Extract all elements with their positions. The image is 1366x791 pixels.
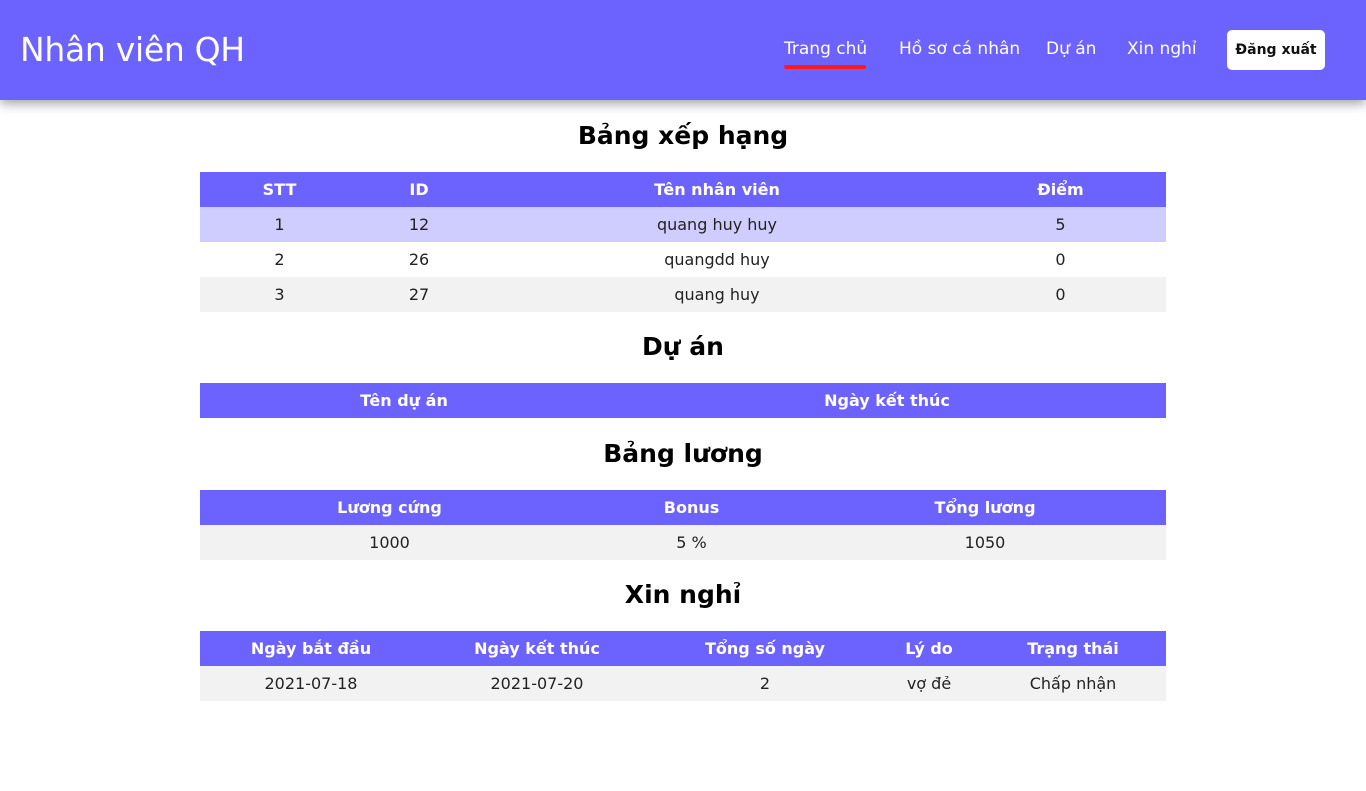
column-header-bonus: Bonus: [579, 490, 804, 525]
column-header-id: ID: [359, 172, 479, 207]
cell-employee-name: quangdd huy: [479, 242, 955, 277]
cell-stt: 3: [200, 277, 359, 312]
cell-end-date: 2021-07-20: [422, 666, 652, 701]
column-header-status: Trạng thái: [980, 631, 1166, 666]
cell-stt: 1: [200, 207, 359, 242]
cell-score: 5: [955, 207, 1166, 242]
table-row[interactable]: 2 26 quangdd huy 0: [200, 242, 1166, 277]
nav-link-profile[interactable]: Hồ sơ cá nhân: [899, 37, 1020, 61]
projects-table: Tên dự án Ngày kết thúc: [200, 383, 1166, 418]
salary-table: Lương cứng Bonus Tổng lương 1000 5 % 105…: [200, 490, 1166, 560]
cell-score: 0: [955, 277, 1166, 312]
table-row[interactable]: 3 27 quang huy 0: [200, 277, 1166, 312]
brand-logo[interactable]: Nhân viên QH: [20, 28, 245, 72]
column-header-base-salary: Lương cứng: [200, 490, 579, 525]
column-header-start-date: Ngày bắt đầu: [200, 631, 422, 666]
nav-link-leave[interactable]: Xin nghỉ: [1127, 37, 1197, 61]
table-header-row: Lương cứng Bonus Tổng lương: [200, 490, 1166, 525]
nav-link-home[interactable]: Trang chủ: [784, 37, 867, 61]
table-row[interactable]: 1000 5 % 1050: [200, 525, 1166, 560]
cell-score: 0: [955, 242, 1166, 277]
column-header-project-name: Tên dự án: [200, 383, 608, 418]
column-header-employee-name: Tên nhân viên: [479, 172, 955, 207]
nav-link-projects[interactable]: Dự án: [1046, 37, 1096, 61]
table-header-row: Tên dự án Ngày kết thúc: [200, 383, 1166, 418]
table-header-row: Ngày bắt đầu Ngày kết thúc Tổng số ngày …: [200, 631, 1166, 666]
logout-button[interactable]: Đăng xuất: [1227, 30, 1325, 70]
ranking-title: Bảng xếp hạng: [577, 121, 789, 150]
cell-total-days: 2: [652, 666, 878, 701]
column-header-total-days: Tổng số ngày: [652, 631, 878, 666]
cell-employee-name: quang huy huy: [479, 207, 955, 242]
cell-bonus: 5 %: [579, 525, 804, 560]
column-header-stt: STT: [200, 172, 359, 207]
column-header-total-salary: Tổng lương: [804, 490, 1166, 525]
cell-stt: 2: [200, 242, 359, 277]
leave-table: Ngày bắt đầu Ngày kết thúc Tổng số ngày …: [200, 631, 1166, 701]
table-row[interactable]: 1 12 quang huy huy 5: [200, 207, 1166, 242]
cell-id: 27: [359, 277, 479, 312]
salary-title: Bảng lương: [603, 439, 763, 468]
active-nav-indicator: [784, 65, 866, 69]
table-header-row: STT ID Tên nhân viên Điểm: [200, 172, 1166, 207]
leave-title: Xin nghỉ: [624, 580, 742, 609]
cell-status: Chấp nhận: [980, 666, 1166, 701]
cell-id: 12: [359, 207, 479, 242]
top-navbar: Nhân viên QH Trang chủ Hồ sơ cá nhân Dự …: [0, 0, 1366, 100]
cell-employee-name: quang huy: [479, 277, 955, 312]
cell-id: 26: [359, 242, 479, 277]
projects-title: Dự án: [642, 332, 724, 361]
table-row[interactable]: 2021-07-18 2021-07-20 2 vợ đẻ Chấp nhận: [200, 666, 1166, 701]
cell-total-salary: 1050: [804, 525, 1166, 560]
column-header-reason: Lý do: [878, 631, 980, 666]
cell-base-salary: 1000: [200, 525, 579, 560]
column-header-score: Điểm: [955, 172, 1166, 207]
ranking-table: STT ID Tên nhân viên Điểm 1 12 quang huy…: [200, 172, 1166, 312]
cell-start-date: 2021-07-18: [200, 666, 422, 701]
cell-reason: vợ đẻ: [878, 666, 980, 701]
column-header-end-date: Ngày kết thúc: [608, 383, 1166, 418]
column-header-end-date: Ngày kết thúc: [422, 631, 652, 666]
